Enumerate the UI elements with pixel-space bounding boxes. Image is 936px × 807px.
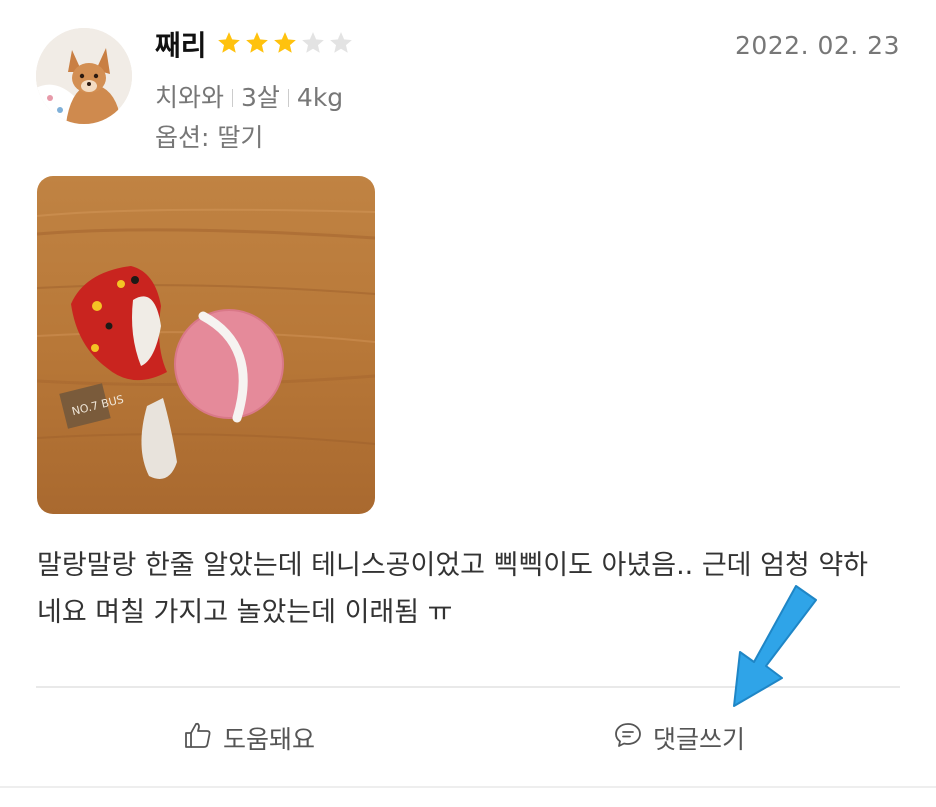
author-name: 째리: [155, 29, 207, 62]
product-option: 옵션: 딸기: [155, 123, 264, 152]
comment-button[interactable]: 댓글쓰기: [613, 718, 745, 758]
toy-photo-image: NO.7 BUS: [37, 176, 375, 514]
thumbs-up-icon: [183, 720, 213, 756]
rating-stars: [216, 30, 354, 56]
review-date: 2022. 02. 23: [734, 31, 900, 60]
helpful-button[interactable]: 도움돼요: [183, 718, 315, 758]
pet-weight: 4kg: [296, 83, 344, 112]
star-empty-icon: [302, 32, 324, 53]
helpful-label: 도움돼요: [223, 725, 316, 754]
speech-bubble-icon: [613, 720, 643, 756]
pet-info: 치와와 3살 4kg: [155, 80, 343, 116]
bottom-divider: [0, 786, 936, 788]
review-photo[interactable]: NO.7 BUS: [37, 176, 375, 514]
star-filled-icon: [274, 32, 296, 53]
star-empty-icon: [330, 32, 352, 53]
blue-arrow-annotation-icon: [733, 585, 817, 707]
separator: [287, 89, 289, 107]
pet-breed: 치와와: [155, 83, 225, 112]
star-filled-icon: [218, 32, 240, 53]
separator: [232, 89, 234, 107]
star-filled-icon: [246, 32, 268, 53]
avatar: [36, 28, 132, 124]
comment-label: 댓글쓰기: [653, 725, 746, 754]
dog-avatar-image: [36, 28, 132, 124]
pet-age: 3살: [241, 83, 280, 112]
